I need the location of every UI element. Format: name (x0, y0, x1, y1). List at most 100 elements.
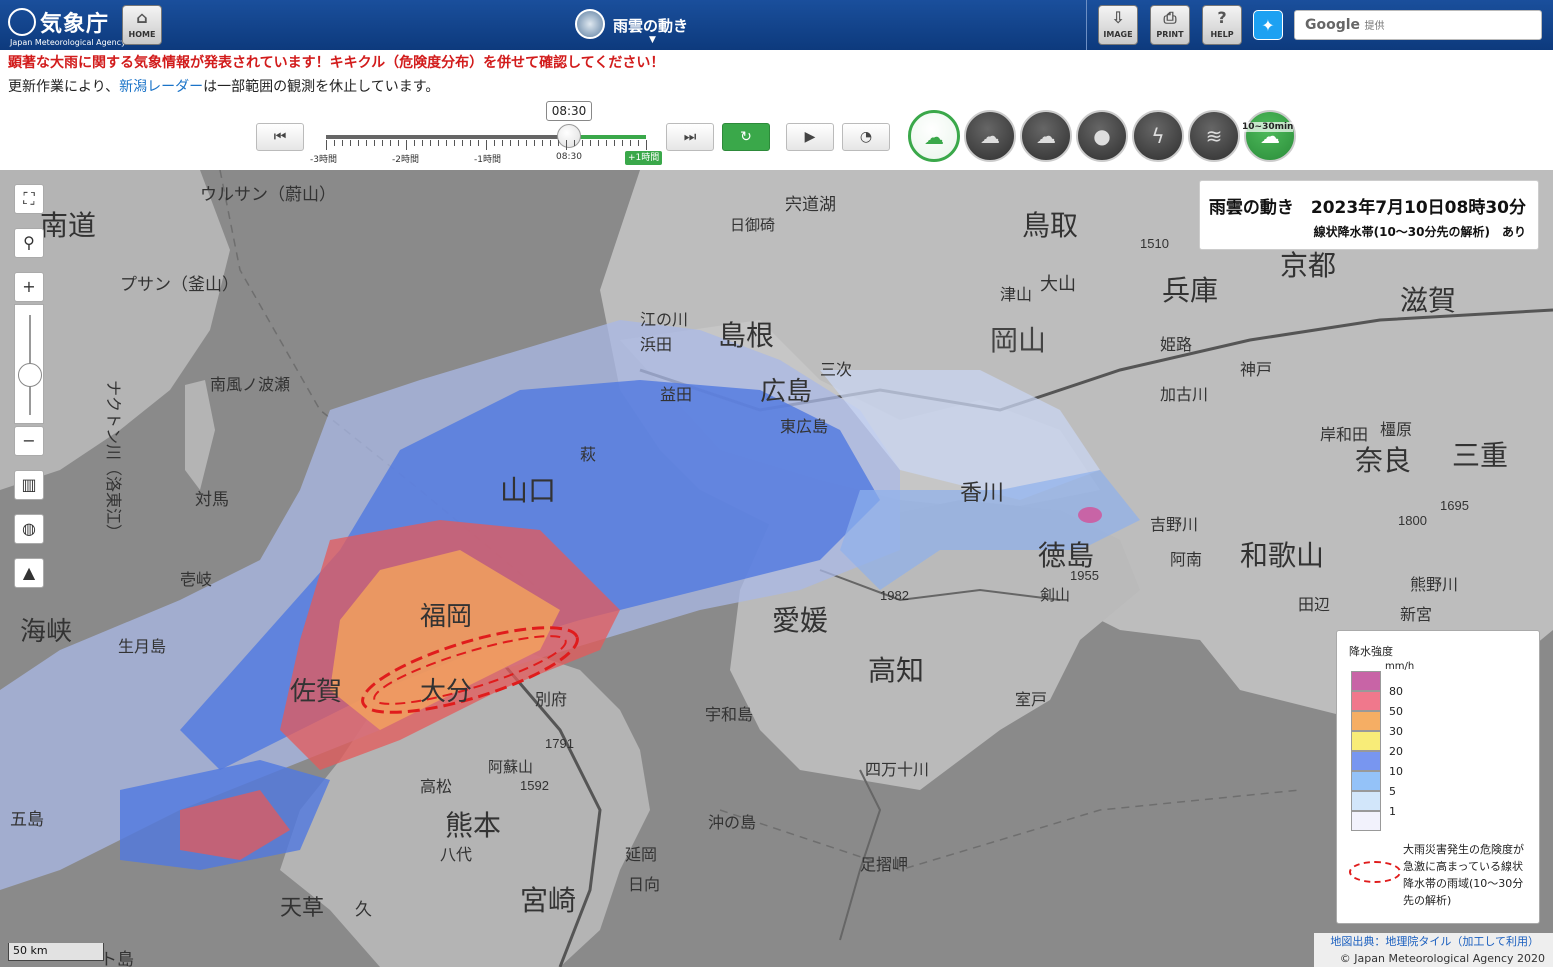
label-yonago: 大山 (1040, 274, 1076, 294)
label-tsurugi: 剣山 (1040, 587, 1070, 604)
skip-forward-icon: ⏭ (683, 129, 697, 145)
layer-rain-cloud[interactable]: ☁ (908, 110, 960, 162)
print-button[interactable]: ⎙ PRINT (1150, 5, 1190, 45)
timeline-tick (486, 140, 487, 150)
label-hagi: 萩 (580, 446, 596, 464)
lightning-icon: ϟ (1151, 124, 1165, 148)
label-himeji: 姫路 (1160, 336, 1192, 354)
label-wakayama: 和歌山 (1240, 540, 1324, 571)
timeline-tick (622, 140, 623, 146)
timeline-label: -3時間 (310, 155, 337, 165)
help-button[interactable]: ? HELP (1202, 5, 1242, 45)
map-type-button[interactable]: ▥ (14, 470, 44, 500)
drop-layer-button[interactable]: ◍ (14, 514, 44, 544)
label-uwajima: 宇和島 (705, 706, 753, 724)
layer-linear-rain[interactable]: ☁ (1244, 110, 1296, 162)
label-mihara: 三次 (820, 361, 852, 379)
label-tanabe: 田辺 (1298, 596, 1330, 614)
label-higashihiroshima: 東広島 (780, 418, 828, 436)
timeline-tick (398, 140, 399, 146)
future-label[interactable]: +1時間 (625, 151, 663, 165)
rain-cloud-title-icon (575, 9, 605, 39)
niigata-radar-link[interactable]: 新潟レーダー (119, 79, 203, 95)
legend-title: 降水強度 (1349, 645, 1393, 658)
label-tottori: 鳥取 (1022, 210, 1078, 241)
label-oita: 大分 (420, 676, 472, 706)
label-ehime: 愛媛 (772, 605, 828, 636)
zoom-in-button[interactable]: + (14, 272, 44, 302)
layer-hail[interactable]: ≋ (1188, 110, 1240, 162)
zoom-slider[interactable] (14, 304, 44, 424)
last-frame-button[interactable]: ⏭ (666, 123, 714, 151)
layer-tornado[interactable]: ☁ (1020, 110, 1072, 162)
label-yatsushiro: 八代 (440, 846, 472, 864)
map-attribution-link[interactable]: 地図出典：地理院タイル（加工して利用） (1314, 933, 1553, 950)
timeline-tick (430, 140, 431, 146)
precip-legend: 降水強度 mm/h 80 50 30 20 10 5 1 大雨災害発生の危険度が… (1336, 630, 1540, 924)
speed-button[interactable]: ◔ (842, 123, 890, 151)
copyright: © Japan Meteorological Agency 2020 (1314, 950, 1553, 967)
zoom-slider-handle[interactable] (18, 363, 42, 387)
layer-lightning[interactable]: ϟ (1132, 110, 1184, 162)
play-button[interactable]: ▶ (786, 123, 834, 151)
header-divider (1086, 0, 1087, 50)
label-hyogo: 兵庫 (1162, 275, 1218, 306)
label-busan: プサン（釜山） (120, 275, 239, 294)
timeline-label: 08:30 (556, 152, 582, 162)
label-kakogawa: 加古川 (1160, 386, 1208, 404)
label-shimanto: 四万十川 (865, 761, 929, 779)
label-hinomisaki: 日御碕 (730, 217, 775, 234)
twitter-icon: ✦ (1261, 16, 1275, 35)
time-slider-handle[interactable] (557, 124, 582, 148)
label-muroto: 室戸 (1015, 691, 1047, 709)
time-slider-track[interactable] (326, 135, 646, 139)
legend-swatch (1351, 691, 1381, 711)
label-mie: 三重 (1452, 440, 1508, 471)
label-height-1695: 1695 (1440, 498, 1469, 513)
first-frame-button[interactable]: ⏮ (256, 123, 304, 151)
time-slider-future (570, 135, 646, 139)
locate-button[interactable]: ⚲ (14, 228, 44, 258)
timeline-tick (326, 140, 327, 150)
timeline-tick (598, 140, 599, 146)
label-kobe: 神戸 (1240, 361, 1272, 379)
timeline-tick (638, 140, 639, 146)
map-title-box: 雨雲の動き 2023年7月10日08時30分 線状降水帯(10～30分先の解析)… (1199, 180, 1539, 250)
label-kumano: 熊野川 (1410, 576, 1458, 594)
warning-notice[interactable]: 顕著な大雨に関する気象情報が発表されています！キキクル（危険度分布）を併せて確認… (8, 52, 664, 72)
label-shingu: 新宮 (1400, 606, 1432, 624)
terrain-button[interactable]: ▲ (14, 558, 44, 588)
label-miyazaki: 宮崎 (520, 885, 576, 916)
scale-bar: 50 km (8, 943, 104, 961)
label-shinji: 宍道湖 (785, 195, 836, 214)
mountain-icon: ▲ (22, 563, 36, 582)
tornado-cloud-icon: ☁ (1036, 124, 1056, 148)
label-shikoku-peak: 1982 (880, 588, 909, 603)
fullscreen-button[interactable]: ⛶ (14, 184, 44, 214)
legend-value: 5 (1389, 785, 1396, 798)
label-height-1800: 1800 (1398, 513, 1427, 528)
timeline-tick (334, 140, 335, 146)
label-tsurugi-height: 1955 (1070, 568, 1099, 583)
jma-logo[interactable]: 気象庁 Japan Meteorological Agency (8, 4, 126, 47)
image-button[interactable]: ⇩ IMAGE (1098, 5, 1138, 45)
timeline-tick (558, 140, 559, 146)
timeline-tick (502, 140, 503, 146)
timeline-tick (366, 140, 367, 146)
latest-button[interactable]: ↻ (722, 123, 770, 151)
timeline-tick (542, 140, 543, 146)
label-kuju-height: 1791 (545, 736, 574, 751)
layer-drop[interactable]: ● (1076, 110, 1128, 162)
location-pin-icon: ⚲ (23, 233, 35, 252)
speedometer-icon: ◔ (859, 129, 873, 145)
timeline-tick (390, 140, 391, 146)
label-noma: 久 (355, 900, 372, 919)
layer-thunder[interactable]: ☁ (964, 110, 1016, 162)
home-button[interactable]: ⌂ HOME (122, 5, 162, 45)
twitter-button[interactable]: ✦ (1253, 10, 1283, 40)
radar-map[interactable]: 鳥取 島根 岡山 兵庫 京都 滋賀 奈良 三重 和歌山 徳島 愛媛 高知 熊本 … (0, 170, 1553, 967)
zoom-out-button[interactable]: − (14, 426, 44, 456)
search-input[interactable]: Google 提供 (1294, 10, 1542, 40)
label-tsushima: 対馬 (195, 490, 229, 509)
label-fukuoka: 福岡 (420, 601, 472, 631)
